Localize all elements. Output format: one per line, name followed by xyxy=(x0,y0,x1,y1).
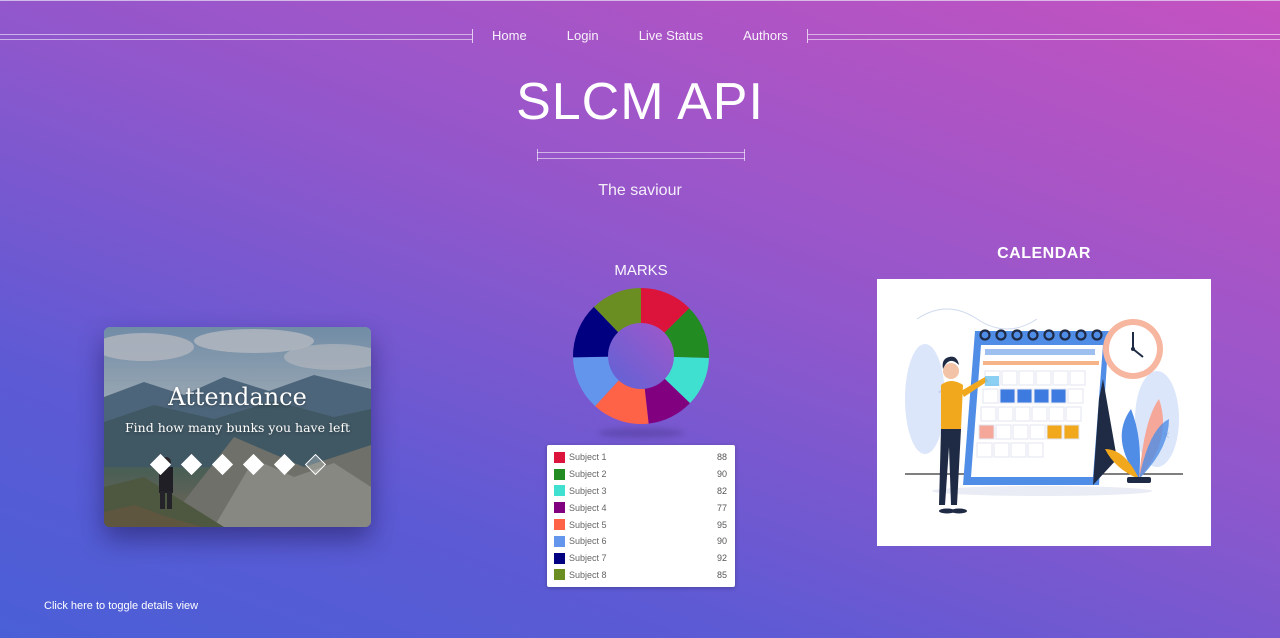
marks-legend: Subject 1 88 Subject 2 90 Subject 3 82 Subj… xyxy=(547,445,735,587)
legend-value: 77 xyxy=(716,502,727,513)
page-tagline: The saviour xyxy=(598,182,682,199)
chart-shadow xyxy=(598,428,684,438)
legend-item-subject-6[interactable]: Subject 6 90 xyxy=(554,533,727,550)
diamond-indicator[interactable] xyxy=(149,453,172,476)
legend-swatch xyxy=(554,451,565,463)
legend-item-subject-2[interactable]: Subject 2 90 xyxy=(554,466,727,483)
diamond-indicator[interactable] xyxy=(180,453,203,476)
legend-swatch xyxy=(554,569,565,581)
marks-donut-chart[interactable] xyxy=(572,287,710,425)
nav-menu: Home Login Live Status Authors xyxy=(472,22,808,48)
top-navigation: Home Login Live Status Authors xyxy=(0,22,1280,48)
legend-label: Subject 5 xyxy=(569,519,607,530)
attendance-indicators xyxy=(149,453,327,476)
legend-item-subject-5[interactable]: Subject 5 95 xyxy=(554,516,727,533)
diamond-indicator[interactable] xyxy=(211,453,234,476)
attendance-subtitle: Find how many bunks you have left xyxy=(125,420,350,435)
legend-swatch xyxy=(554,502,565,514)
legend-label: Subject 8 xyxy=(569,569,607,580)
calendar-card[interactable]: ✓ ✕ xyxy=(877,279,1211,546)
legend-value: 85 xyxy=(716,569,727,580)
legend-label: Subject 3 xyxy=(569,485,607,496)
top-border xyxy=(0,0,1280,1)
toggle-details-link[interactable]: Click here to toggle details view xyxy=(44,600,198,612)
attendance-title: Attendance xyxy=(168,383,307,411)
nav-link-authors[interactable]: Authors xyxy=(743,28,788,43)
diamond-indicator[interactable] xyxy=(273,453,296,476)
legend-swatch xyxy=(554,552,565,564)
legend-value: 88 xyxy=(716,452,727,463)
legend-item-subject-3[interactable]: Subject 3 82 xyxy=(554,483,727,500)
legend-label: Subject 7 xyxy=(569,553,607,564)
nav-divider-left xyxy=(0,34,472,40)
legend-item-subject-7[interactable]: Subject 7 92 xyxy=(554,550,727,567)
legend-swatch xyxy=(554,535,565,547)
legend-value: 82 xyxy=(716,485,727,496)
page-title: SLCM API xyxy=(516,73,764,131)
nav-link-live-status[interactable]: Live Status xyxy=(639,28,703,43)
legend-swatch xyxy=(554,468,565,480)
legend-label: Subject 6 xyxy=(569,536,607,547)
calendar-illustration-icon: ✓ ✕ xyxy=(905,308,1183,514)
title-divider xyxy=(537,149,745,161)
legend-swatch xyxy=(554,485,565,497)
marks-title: MARKS xyxy=(614,262,668,279)
diamond-indicator[interactable] xyxy=(304,453,327,476)
legend-label: Subject 4 xyxy=(569,502,607,513)
diamond-indicator[interactable] xyxy=(242,453,265,476)
legend-item-subject-1[interactable]: Subject 1 88 xyxy=(554,449,727,466)
calendar-title: CALENDAR xyxy=(997,245,1091,262)
attendance-card[interactable]: Attendance Find how many bunks you have … xyxy=(104,327,371,527)
legend-value: 95 xyxy=(716,519,727,530)
donut-hole xyxy=(608,323,674,389)
legend-item-subject-8[interactable]: Subject 8 85 xyxy=(554,567,727,584)
legend-swatch xyxy=(554,519,565,531)
legend-value: 90 xyxy=(716,536,727,547)
legend-value: 92 xyxy=(716,553,727,564)
legend-label: Subject 2 xyxy=(569,469,607,480)
nav-link-login[interactable]: Login xyxy=(567,28,599,43)
nav-link-home[interactable]: Home xyxy=(492,28,527,43)
nav-divider-right xyxy=(808,34,1280,40)
legend-label: Subject 1 xyxy=(569,452,607,463)
legend-value: 90 xyxy=(716,469,727,480)
legend-item-subject-4[interactable]: Subject 4 77 xyxy=(554,499,727,516)
